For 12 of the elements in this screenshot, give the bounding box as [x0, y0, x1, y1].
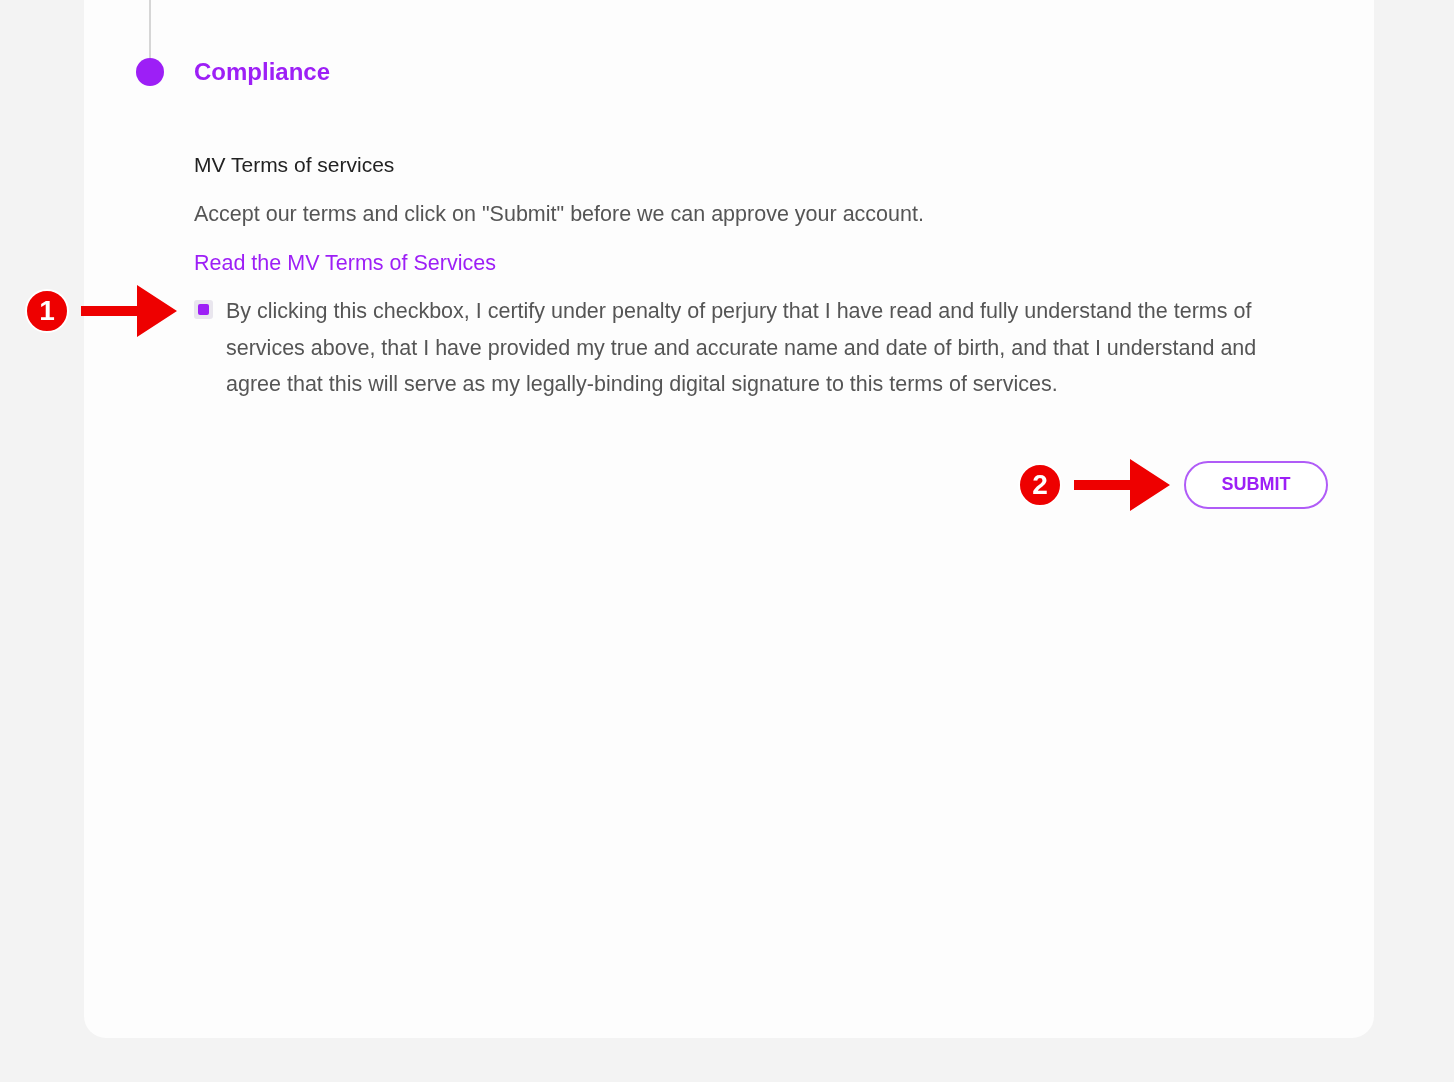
section-heading: MV Terms of services: [194, 152, 395, 178]
certification-text: By clicking this checkbox, I certify under penalty of perjury that I have read and fully understand the terms of services above, that I have provided my true and accurate name and date of birth, and that I understand and agree that this will serve as my legally-binding digital signature to this terms of services.: [226, 298, 1258, 398]
step-title: Compliance: [194, 58, 331, 86]
description-text: Accept our terms and click on "Submit" before we can approve your account.: [194, 201, 924, 228]
callout-number: 1: [25, 289, 69, 333]
checkbox[interactable]: [194, 300, 213, 319]
timeline-line: [149, 0, 151, 58]
arrow-icon: [81, 285, 177, 337]
arrow-icon: [1074, 458, 1170, 511]
submit-button[interactable]: SUBMIT: [1184, 460, 1328, 509]
callout-number: 2: [1018, 462, 1062, 507]
terms-link[interactable]: Read the MV Terms of Services: [194, 249, 496, 277]
